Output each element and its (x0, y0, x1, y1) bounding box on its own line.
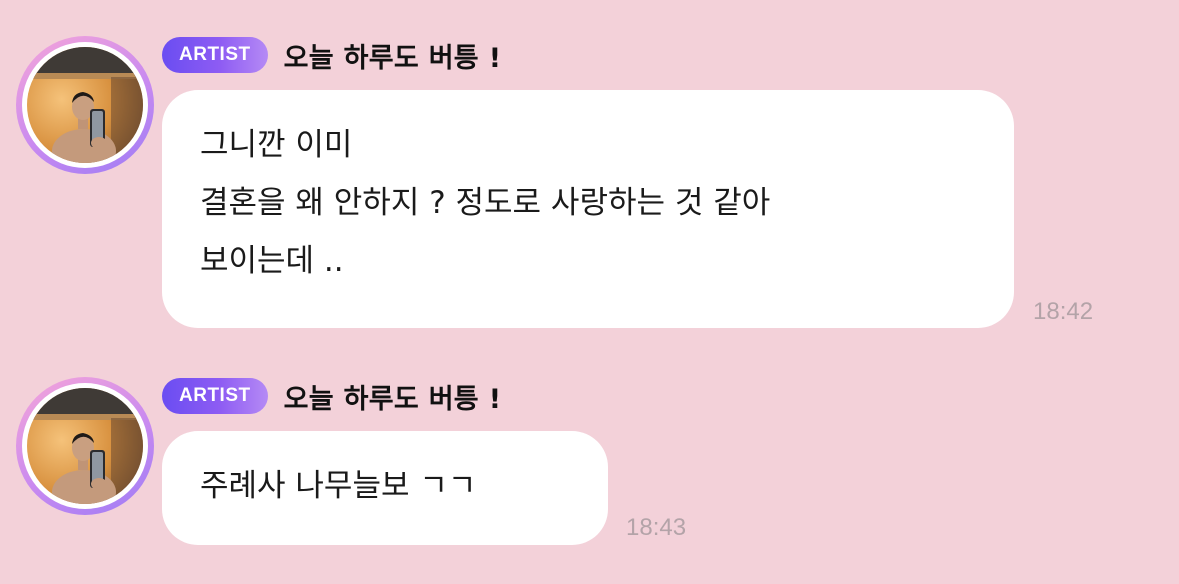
chat-message: ARTIST 오늘 하루도 버틍 ! 그니깐 이미 결혼을 왜 안하지 ? 정도… (0, 0, 1179, 340)
chat-message: ARTIST 오늘 하루도 버틍 ! 주례사 나무늘보 ㄱㄱ 18:43 (0, 340, 1179, 584)
avatar-border (22, 42, 148, 168)
profile-photo-icon (27, 388, 143, 504)
avatar[interactable] (16, 36, 154, 174)
message-text-line: 그니깐 이미 (200, 127, 353, 163)
message-timestamp: 18:42 (1033, 298, 1094, 325)
avatar-border (22, 383, 148, 509)
message-text-line: 보이는데 .. (200, 243, 344, 279)
artist-badge: ARTIST (162, 378, 268, 414)
sender-name[interactable]: 오늘 하루도 버틍 ! (284, 377, 502, 416)
sender-name[interactable]: 오늘 하루도 버틍 ! (284, 36, 502, 75)
message-timestamp: 18:43 (626, 514, 687, 541)
message-bubble[interactable]: 주례사 나무늘보 ㄱㄱ (162, 431, 608, 545)
message-text-line: 주례사 나무늘보 ㄱㄱ (200, 468, 477, 504)
message-bubble[interactable]: 그니깐 이미 결혼을 왜 안하지 ? 정도로 사랑하는 것 같아 보이는데 .. (162, 90, 1014, 328)
artist-badge: ARTIST (162, 37, 268, 73)
message-header: ARTIST 오늘 하루도 버틍 ! (162, 36, 501, 74)
message-header: ARTIST 오늘 하루도 버틍 ! (162, 377, 501, 415)
avatar[interactable] (16, 377, 154, 515)
profile-photo-icon (27, 47, 143, 163)
message-text-line: 결혼을 왜 안하지 ? 정도로 사랑하는 것 같아 (200, 185, 771, 221)
